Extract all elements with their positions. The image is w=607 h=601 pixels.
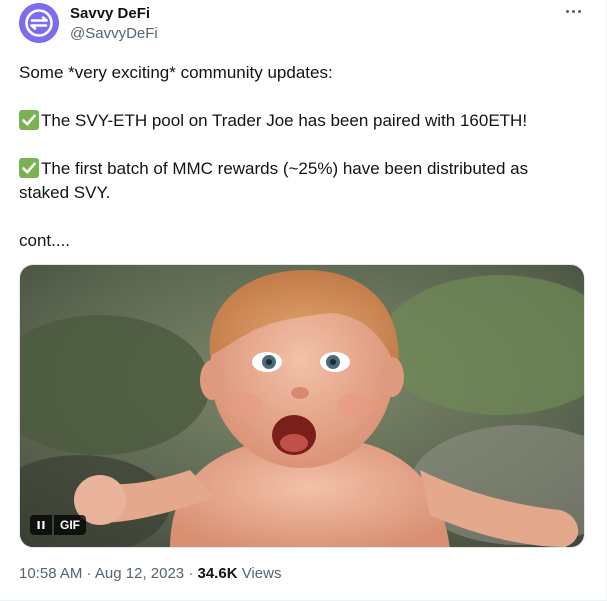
tweet-text-content: staked SVY.	[19, 183, 111, 202]
tweet-text-content: The SVY-ETH pool on Trader Joe has been …	[41, 111, 528, 130]
author-name[interactable]: Savvy DeFi	[70, 5, 150, 22]
meta-separator: ·	[82, 565, 95, 582]
more-horizontal-icon[interactable]	[560, 1, 586, 21]
gif-media[interactable]: GIF	[19, 264, 585, 548]
gif-controls: GIF	[30, 515, 86, 535]
tweet-card: Savvy DeFi @SavvyDeFi Some *very excitin…	[0, 0, 607, 601]
tweet-text-content: The first batch of MMC rewards (~25%) ha…	[41, 159, 529, 178]
gif-image	[20, 265, 584, 547]
avatar[interactable]	[19, 3, 59, 43]
gif-badge: GIF	[54, 515, 86, 535]
tweet-text-line: Some *very exciting* community updates:	[19, 63, 333, 82]
tweet-time[interactable]: 10:58 AM	[19, 565, 82, 582]
tweet-date[interactable]: Aug 12, 2023	[95, 565, 184, 582]
savvy-logo-icon	[19, 3, 59, 43]
views-count[interactable]: 34.6K	[198, 565, 238, 582]
pause-icon[interactable]	[30, 515, 52, 535]
meta-separator: ·	[184, 565, 198, 582]
author-handle[interactable]: @SavvyDeFi	[70, 25, 158, 42]
tweet-meta: 10:58 AM · Aug 12, 2023 · 34.6K Views	[19, 565, 281, 582]
check-mark-button-icon	[19, 110, 39, 130]
tweet-text-line: The SVY-ETH pool on Trader Joe has been …	[19, 109, 579, 133]
views-label: Views	[237, 565, 282, 582]
tweet-text-line: cont....	[19, 231, 71, 250]
check-mark-button-icon	[19, 158, 39, 178]
tweet-text-line: The first batch of MMC rewards (~25%) ha…	[19, 157, 579, 205]
